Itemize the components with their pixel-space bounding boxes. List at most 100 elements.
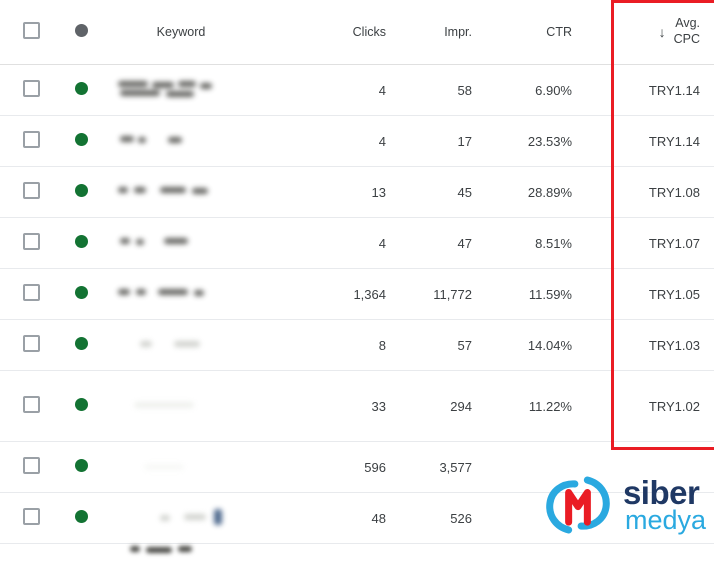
clicks-cell: 48	[314, 492, 400, 544]
keyword-cell[interactable]	[100, 166, 262, 218]
row-select-cell[interactable]	[0, 370, 62, 442]
impressions-cell: 294	[400, 370, 486, 442]
avg-cpc-cell: TRY1.05	[586, 268, 714, 320]
clicks-cell	[314, 543, 400, 558]
siber-medya-mark-icon	[546, 476, 610, 534]
keyword-cell[interactable]	[100, 64, 262, 116]
avg-cpc-cell: TRY1.08	[586, 166, 714, 218]
spacer-cell	[262, 64, 314, 116]
ctr-cell: 23.53%	[486, 115, 586, 167]
impressions-cell: 58	[400, 64, 486, 116]
status-eligible-icon	[74, 184, 88, 197]
avg-cpc-cell: TRY1.07	[586, 217, 714, 269]
header-row: Keyword Clicks Impr. CTR ↓ Avg. CPC	[0, 0, 714, 65]
row-select-cell[interactable]	[0, 543, 62, 558]
spacer-cell	[262, 166, 314, 218]
keyword-text-blurred	[114, 332, 248, 358]
keyword-text-blurred	[114, 179, 248, 205]
table-row[interactable]: 4 58 6.90% TRY1.14	[0, 64, 714, 116]
select-all-checkbox[interactable]	[22, 22, 40, 39]
keyword-cell[interactable]	[100, 319, 262, 371]
row-select-cell[interactable]	[0, 217, 62, 269]
table-row[interactable]: 13 45 28.89% TRY1.08	[0, 166, 714, 218]
clicks-cell: 4	[314, 217, 400, 269]
keyword-cell[interactable]	[100, 441, 262, 493]
keyword-cell[interactable]	[100, 543, 262, 558]
status-eligible-icon	[74, 398, 88, 411]
table-row[interactable]: 4 47 8.51% TRY1.07	[0, 217, 714, 269]
row-select-cell[interactable]	[0, 319, 62, 371]
row-checkbox[interactable]	[22, 335, 40, 352]
impressions-cell: 17	[400, 115, 486, 167]
row-checkbox[interactable]	[22, 80, 40, 97]
row-select-cell[interactable]	[0, 64, 62, 116]
select-all-header[interactable]	[0, 0, 62, 65]
row-select-cell[interactable]	[0, 115, 62, 167]
table-row[interactable]: 8 57 14.04% TRY1.03	[0, 319, 714, 371]
row-select-cell[interactable]	[0, 166, 62, 218]
table-row[interactable]: 1,364 11,772 11.59% TRY1.05	[0, 268, 714, 320]
avg-cpc-column-header[interactable]: ↓ Avg. CPC	[586, 0, 714, 65]
row-status-cell	[62, 543, 100, 558]
avg-cpc-header-line1: Avg.	[675, 16, 700, 31]
watermark-brand-primary: siber	[622, 473, 700, 511]
row-select-cell[interactable]	[0, 492, 62, 544]
table-row-partial[interactable]	[0, 543, 714, 558]
row-select-cell[interactable]	[0, 441, 62, 493]
keyword-text-blurred	[114, 454, 248, 480]
keyword-text-blurred	[114, 230, 248, 256]
table-row[interactable]: 4 17 23.53% TRY1.14	[0, 115, 714, 167]
row-select-cell[interactable]	[0, 268, 62, 320]
impressions-cell	[400, 543, 486, 558]
clicks-cell: 4	[314, 115, 400, 167]
spacer-cell	[262, 217, 314, 269]
keyword-cell[interactable]	[100, 492, 262, 544]
row-status-cell	[62, 492, 100, 544]
clicks-cell: 1,364	[314, 268, 400, 320]
row-status-cell	[62, 319, 100, 371]
row-checkbox[interactable]	[22, 508, 40, 525]
sort-descending-icon[interactable]: ↓	[659, 25, 666, 39]
impressions-cell: 3,577	[400, 441, 486, 493]
row-checkbox[interactable]	[22, 131, 40, 148]
keyword-column-header[interactable]: Keyword	[100, 0, 262, 65]
avg-cpc-cell: TRY1.02	[586, 370, 714, 442]
ctr-column-header[interactable]: CTR	[486, 0, 586, 65]
impressions-column-header[interactable]: Impr.	[400, 0, 486, 65]
status-eligible-icon	[74, 510, 88, 523]
keyword-cell[interactable]	[100, 268, 262, 320]
keyword-cell[interactable]	[100, 115, 262, 167]
spacer-cell	[262, 115, 314, 167]
clicks-column-header[interactable]: Clicks	[314, 0, 400, 65]
keyword-text-blurred	[114, 281, 248, 307]
status-circle-icon	[74, 24, 88, 37]
watermark-text: siber medya	[622, 473, 706, 535]
spacer-cell	[262, 268, 314, 320]
ctr-cell: 11.59%	[486, 268, 586, 320]
row-status-cell	[62, 441, 100, 493]
status-header	[62, 0, 100, 65]
row-checkbox[interactable]	[22, 182, 40, 199]
row-checkbox[interactable]	[22, 396, 40, 413]
ctr-cell: 14.04%	[486, 319, 586, 371]
spacer-cell	[262, 370, 314, 442]
status-eligible-icon	[74, 286, 88, 299]
keyword-report-table: Keyword Clicks Impr. CTR ↓ Avg. CPC 4 58…	[0, 0, 714, 572]
impressions-cell: 57	[400, 319, 486, 371]
row-status-cell	[62, 268, 100, 320]
row-checkbox[interactable]	[22, 284, 40, 301]
row-checkbox[interactable]	[22, 457, 40, 474]
row-checkbox[interactable]	[22, 233, 40, 250]
avg-cpc-cell: TRY1.14	[586, 115, 714, 167]
status-eligible-icon	[74, 337, 88, 350]
status-eligible-icon	[74, 82, 88, 95]
watermark-brand-secondary: medya	[624, 504, 706, 535]
spacer-cell	[262, 543, 314, 558]
avg-cpc-header-line2: CPC	[673, 32, 700, 46]
ctr-cell: 28.89%	[486, 166, 586, 218]
keyword-cell[interactable]	[100, 370, 262, 442]
table-row[interactable]: 33 294 11.22% TRY1.02	[0, 370, 714, 442]
status-eligible-icon	[74, 235, 88, 248]
clicks-cell: 8	[314, 319, 400, 371]
keyword-cell[interactable]	[100, 217, 262, 269]
